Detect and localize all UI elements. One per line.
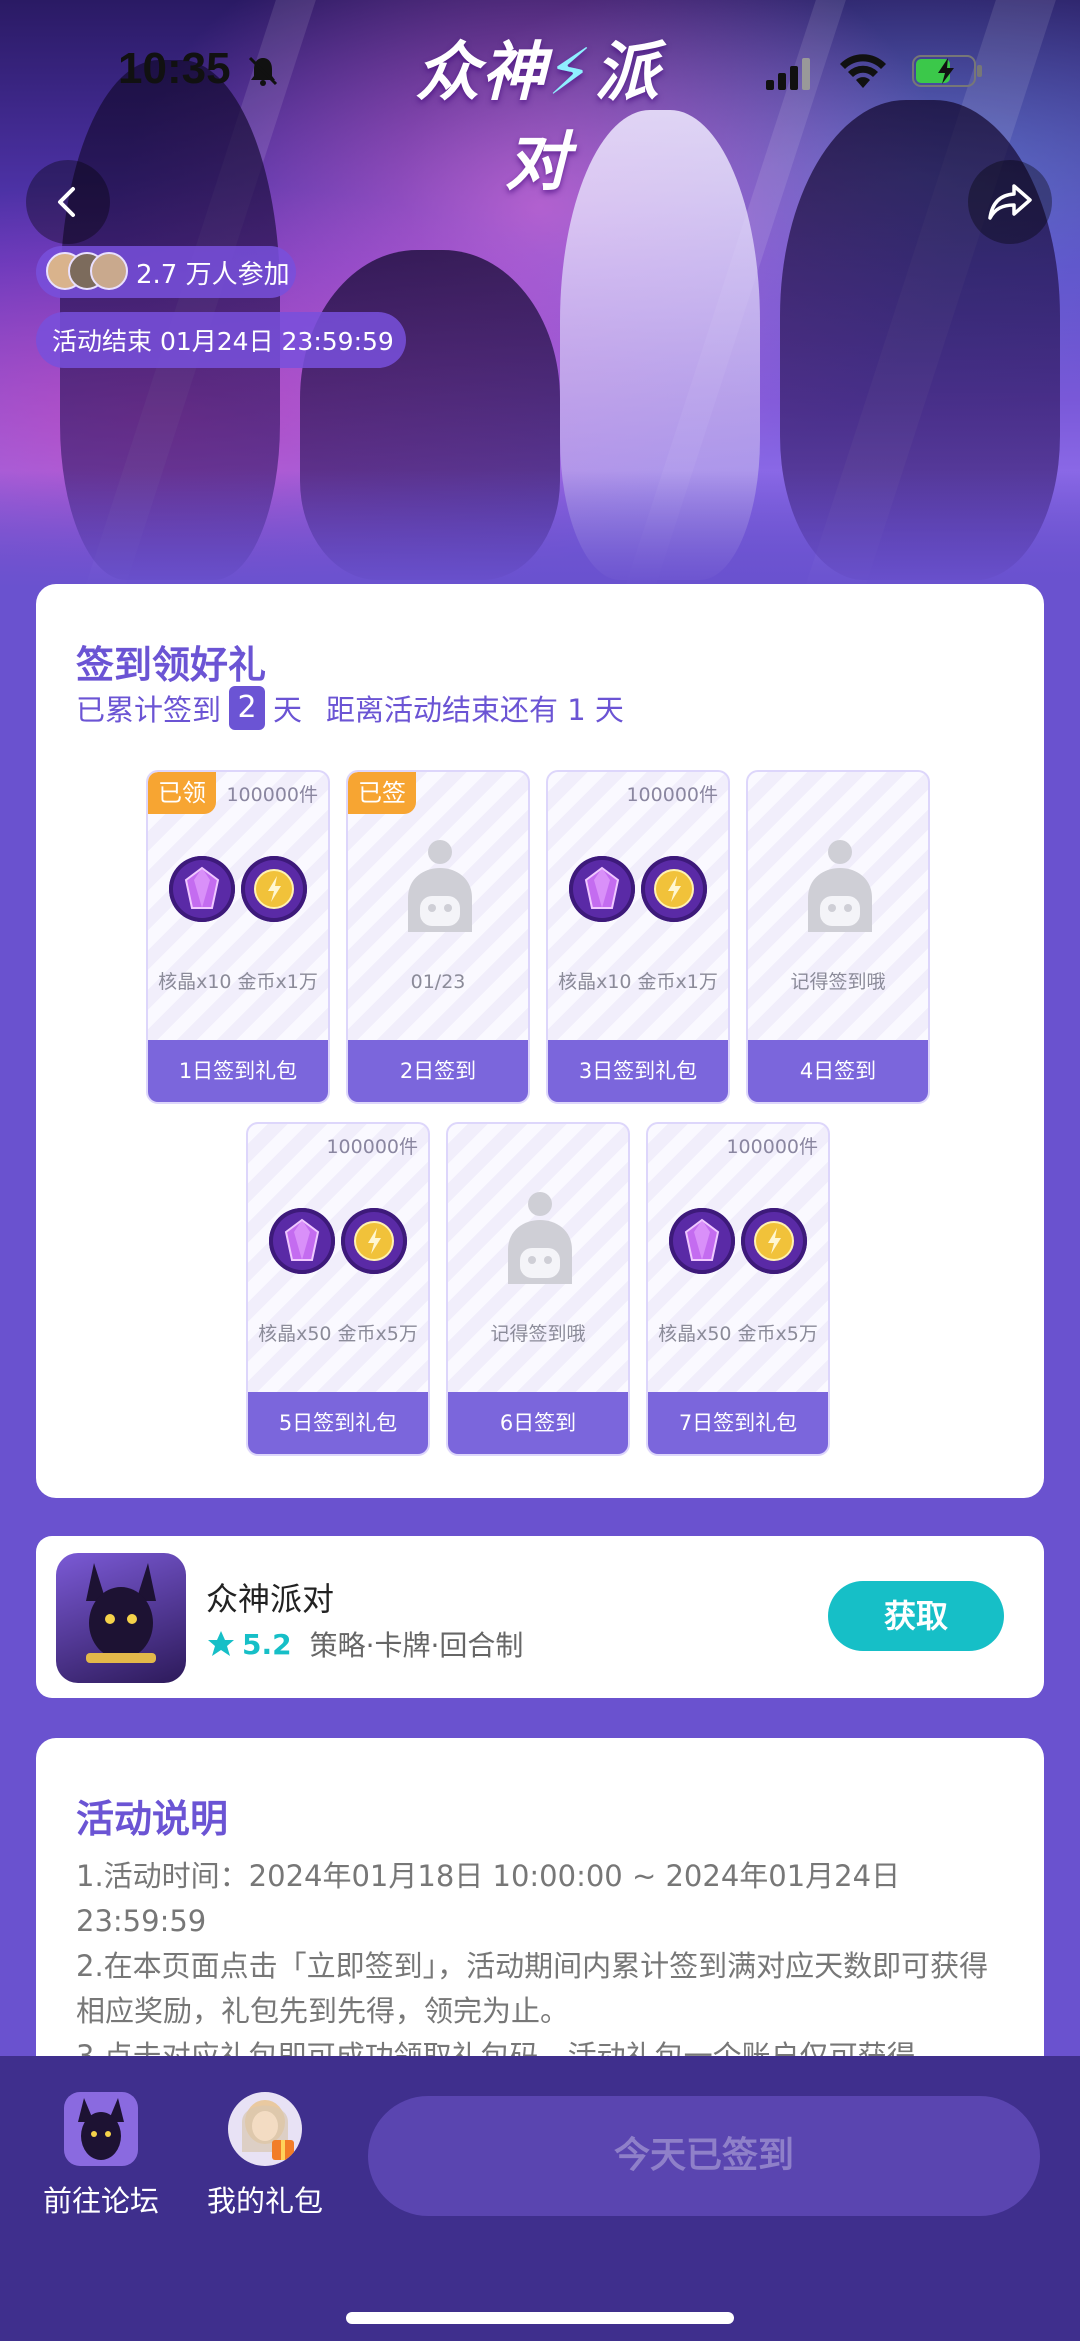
coin-icon: [641, 856, 707, 922]
status-badge: 已签: [348, 772, 416, 814]
placeholder-mascot-icon: [508, 1192, 572, 1284]
event-end-time: 活动结束 01月24日 23:59:59: [52, 327, 394, 356]
tile-description: 核晶x50 金币x5万: [658, 1323, 818, 1345]
tile-description: 核晶x10 金币x1万: [558, 971, 718, 993]
checkin-day-tile[interactable]: 100000件 核晶x50 金币x5万 7日签到礼包: [646, 1122, 830, 1456]
remaining-days: 距离活动结束还有 1 天: [326, 693, 624, 727]
coin-icon: [241, 856, 307, 922]
tile-day-label: 3日签到礼包: [548, 1040, 728, 1102]
placeholder-mascot-icon: [408, 840, 472, 932]
home-indicator: [346, 2312, 734, 2324]
tile-description: 核晶x10 金币x1万: [158, 971, 318, 993]
days-unit: 天: [273, 693, 303, 727]
app-tags: 策略·卡牌·回合制: [309, 1629, 524, 1662]
bell-muted-icon: [248, 56, 278, 86]
tile-day-label: 4日签到: [748, 1040, 928, 1102]
tile-day-label: 5日签到礼包: [248, 1392, 428, 1454]
reward-icons: [148, 856, 328, 926]
stock-count: 100000件: [326, 1136, 418, 1158]
checkin-day-tile[interactable]: 记得签到哦 6日签到: [446, 1122, 630, 1456]
status-badge: 已领: [148, 772, 216, 814]
share-icon: [988, 184, 1032, 220]
participants-pill: 2.7 万人参加: [36, 246, 296, 298]
rules-line: 1.活动时间：2024年01月18日 10:00:00 ~ 2024年01月24…: [76, 1859, 901, 1938]
coin-icon: [741, 1208, 807, 1274]
participants-count: 2.7 万人参加: [136, 259, 290, 290]
checkin-day-tile[interactable]: 已领 100000件 核晶x10 金币x1万 1日签到礼包: [146, 770, 330, 1104]
event-end-pill: 活动结束 01月24日 23:59:59: [36, 312, 406, 368]
tile-day-label: 6日签到: [448, 1392, 628, 1454]
progress-prefix: 已累计签到: [76, 693, 222, 727]
back-button[interactable]: [26, 160, 110, 244]
star-icon: [208, 1631, 234, 1656]
checkin-title: 签到领好礼: [76, 643, 267, 687]
wifi-icon: [840, 54, 886, 88]
stock-count: 100000件: [726, 1136, 818, 1158]
crystal-icon: [669, 1208, 735, 1274]
my-gifts-link[interactable]: 我的礼包: [190, 2092, 340, 2220]
status-time: 10:35: [118, 44, 231, 93]
app-name: 众神派对: [206, 1580, 335, 1618]
rules-line: 2.在本页面点击「立即签到」，活动期间内累计签到满对应天数即可获得相应奖励，礼包…: [76, 1949, 989, 2028]
chevron-left-icon: [58, 187, 75, 217]
checkin-day-tile[interactable]: 已签 01/23 2日签到: [346, 770, 530, 1104]
tile-day-label: 7日签到礼包: [648, 1392, 828, 1454]
app-rating: 5.2: [242, 1627, 292, 1661]
stock-count: 100000件: [226, 784, 318, 806]
checked-days-count: 2: [229, 686, 266, 730]
avatar: [90, 252, 128, 290]
reward-icons: [248, 1208, 428, 1278]
stock-count: 100000件: [626, 784, 718, 806]
crystal-icon: [269, 1208, 335, 1274]
tile-description: 记得签到哦: [790, 971, 886, 993]
tile-day-label: 1日签到礼包: [148, 1040, 328, 1102]
reward-icons: [548, 856, 728, 926]
share-button[interactable]: [968, 160, 1052, 244]
crystal-icon: [569, 856, 635, 922]
game-logo: 众神⚡派对: [415, 36, 661, 200]
bottom-action-bar: 前往论坛 我的礼包 今天已签到: [0, 2056, 1080, 2341]
forum-label: 前往论坛: [42, 2184, 159, 2218]
checkin-day-tile[interactable]: 100000件 核晶x50 金币x5万 5日签到礼包: [246, 1122, 430, 1456]
avatar-stack: [46, 252, 128, 292]
tile-description: 01/23: [410, 971, 466, 993]
checkin-card: 签到领好礼 已累计签到 2 天 距离活动结束还有 1 天 已领 100000件 核…: [36, 584, 1044, 1498]
rules-title: 活动说明: [76, 1797, 229, 1841]
placeholder-mascot-icon: [808, 840, 872, 932]
get-app-button[interactable]: 获取: [828, 1581, 1004, 1651]
signed-in-button[interactable]: 今天已签到: [368, 2096, 1040, 2216]
crystal-icon: [169, 856, 235, 922]
checkin-day-tile[interactable]: 记得签到哦 4日签到: [746, 770, 930, 1104]
app-meta: 5.2 策略·卡牌·回合制: [206, 1624, 523, 1664]
tile-description: 记得签到哦: [490, 1323, 586, 1345]
coin-icon: [341, 1208, 407, 1274]
tile-day-label: 2日签到: [348, 1040, 528, 1102]
checkin-day-tile[interactable]: 100000件 核晶x10 金币x1万 3日签到礼包: [546, 770, 730, 1104]
gifts-label: 我的礼包: [206, 2184, 323, 2218]
hero-fade: [0, 470, 1080, 590]
forum-link[interactable]: 前往论坛: [26, 2092, 176, 2220]
app-card[interactable]: 众神派对 5.2 策略·卡牌·回合制 获取: [36, 1536, 1044, 1698]
tile-description: 核晶x50 金币x5万: [258, 1323, 418, 1345]
forum-avatar-icon: [64, 2092, 138, 2166]
app-icon: [56, 1553, 186, 1683]
battery-charging-icon: [912, 55, 982, 87]
gift-avatar-icon: [228, 2092, 302, 2166]
checkin-progress: 已累计签到 2 天 距离活动结束还有 1 天: [76, 686, 624, 730]
reward-icons: [648, 1208, 828, 1278]
cellular-signal-icon: [766, 58, 810, 90]
rules-body: 1.活动时间：2024年01月18日 10:00:00 ~ 2024年01月24…: [76, 1854, 1016, 2079]
